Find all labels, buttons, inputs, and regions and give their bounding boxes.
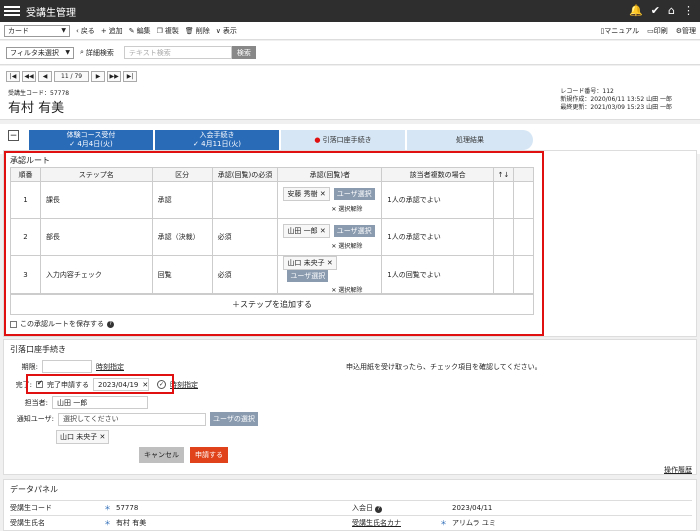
deadline-input[interactable] <box>42 360 92 373</box>
notify-user-input[interactable]: 選択してください <box>58 412 206 426</box>
bell-icon[interactable]: 🔔 <box>629 4 643 17</box>
notify-user-chip: 山口 未央子 ✕ <box>56 430 110 444</box>
user-select-button[interactable]: ユーザの選択 <box>210 412 258 426</box>
pencil-icon: ✎ <box>128 26 135 35</box>
assignee-input[interactable]: 山田 一郎 <box>52 396 148 409</box>
next-button[interactable]: ▶ <box>91 71 106 82</box>
app-title: 受講生管理 <box>26 7 76 19</box>
highlight-box <box>26 374 174 394</box>
data-row: 受講生氏名 ＊ 有村 有美 受講生氏名カナ ＊ アリムラ ユミ <box>10 515 692 529</box>
form-actions: キャンセル 申請する <box>139 447 228 463</box>
highlight-box <box>4 151 544 336</box>
step-3[interactable]: ● 引落口座手続き <box>281 130 405 150</box>
print-icon: ▭ <box>647 26 654 35</box>
toolbar: カード ▼ ‹ 戻る + 追加 ✎ 編集 ❐ 複製 🗑 削除 ∨ 表示 ▯マニュアル ▭印刷 … <box>0 22 700 40</box>
record-header: |◀ ◀◀ ◀ 11 / 79 ▶ ▶▶ ▶| 受講生コード：57778 有村 … <box>0 66 700 120</box>
notify-row: 通知ユーザ: 選択してください ユーザの選択 <box>10 412 258 426</box>
pager: |◀ ◀◀ ◀ 11 / 79 ▶ ▶▶ ▶| <box>6 71 138 82</box>
plus-icon: + <box>100 26 107 35</box>
deadline-row: 期限: 時刻指定 <box>10 360 124 373</box>
step-1[interactable]: 体験コース受付 ✓ 4月4日(火) <box>29 130 153 150</box>
apply-button[interactable]: 申請する <box>190 447 228 463</box>
last-page-button[interactable]: ▶| <box>123 71 138 82</box>
time-specify-link[interactable]: 時刻指定 <box>170 380 198 390</box>
print-link[interactable]: ▭印刷 <box>647 26 668 36</box>
required-icon: ＊ <box>104 503 111 512</box>
student-name: 有村 有美 <box>8 101 65 116</box>
delete-button[interactable]: 🗑 削除 <box>185 26 210 36</box>
time-specify-link[interactable]: 時刻指定 <box>96 362 124 372</box>
prev-fast-button[interactable]: ◀◀ <box>22 71 36 82</box>
search-icon: ⌕ <box>80 48 84 56</box>
manual-link[interactable]: ▯マニュアル <box>600 26 639 36</box>
debit-instruction: 申込用紙を受け取ったら、チェック項目を確認してください。 <box>346 363 542 371</box>
assignee-row: 担当者: 山田 一郎 <box>10 396 148 409</box>
debit-title: 引落口座手続き <box>10 345 66 354</box>
home-icon[interactable]: ⌂ <box>668 4 675 17</box>
filter-select[interactable]: フィルタ未選択 ▼ <box>6 46 74 59</box>
operation-history-link[interactable]: 操作履歴 <box>664 465 692 475</box>
back-icon: ‹ <box>76 26 79 35</box>
back-button[interactable]: ‹ 戻る <box>76 26 95 36</box>
admin-link[interactable]: ⚙管理 <box>676 26 696 36</box>
student-code-label: 受講生コード：57778 <box>8 90 70 97</box>
trash-icon: 🗑 <box>184 26 194 35</box>
view-select[interactable]: カード ▼ <box>4 24 70 37</box>
chevron-down-icon: ▼ <box>61 27 66 34</box>
data-row: 受講生コード ＊ 57778 入会日 ? 2023/04/11 <box>10 500 692 514</box>
debit-procedure-section: 引落口座手続き 期限: 時刻指定 申込用紙を受け取ったら、チェック項目を確認して… <box>3 339 697 475</box>
more-icon[interactable]: ⋮ <box>683 4 694 17</box>
chevron-down-icon: ∨ <box>215 26 221 35</box>
first-page-button[interactable]: |◀ <box>6 71 20 82</box>
step-4[interactable]: 処理結果 <box>407 130 533 150</box>
data-panel: データパネル 受講生コード ＊ 57778 入会日 ? 2023/04/11 受… <box>3 479 697 531</box>
step-2[interactable]: 入会手続き ✓ 4月11日(火) <box>155 130 279 150</box>
help-icon[interactable]: ? <box>375 505 383 513</box>
advanced-search-button[interactable]: ⌕ 詳細検索 <box>80 48 114 58</box>
page-number: 11 / 79 <box>54 71 90 82</box>
current-marker-icon: ● <box>314 135 321 144</box>
required-icon: ＊ <box>104 518 111 527</box>
menu-icon[interactable] <box>4 6 20 16</box>
prev-button[interactable]: ◀ <box>38 71 52 82</box>
app-header: 受講生管理 🔔 ✔ ⌂ ⋮ <box>0 0 700 22</box>
edit-button[interactable]: ✎ 編集 <box>129 26 151 36</box>
next-fast-button[interactable]: ▶▶ <box>107 71 122 82</box>
copy-icon: ❐ <box>156 26 163 35</box>
add-button[interactable]: + 追加 <box>101 26 123 36</box>
search-input[interactable]: テキスト検索 <box>123 46 232 59</box>
search-button[interactable]: 検索 <box>231 46 256 59</box>
filter-bar: フィルタ未選択 ▼ ⌕ 詳細検索 テキスト検索 検索 <box>0 41 700 65</box>
collapse-button[interactable]: − <box>8 130 19 141</box>
record-meta: レコード番号：112 新規作成：2020/06/11 13:52 山田 一郎 最… <box>560 88 672 111</box>
check-icon[interactable]: ✔ <box>651 4 660 17</box>
cancel-button[interactable]: キャンセル <box>139 447 184 463</box>
required-icon: ＊ <box>440 518 447 527</box>
display-button[interactable]: ∨ 表示 <box>216 26 237 36</box>
chevron-down-icon: ▼ <box>65 49 70 56</box>
copy-button[interactable]: ❐ 複製 <box>157 26 179 36</box>
data-panel-title: データパネル <box>10 485 58 494</box>
